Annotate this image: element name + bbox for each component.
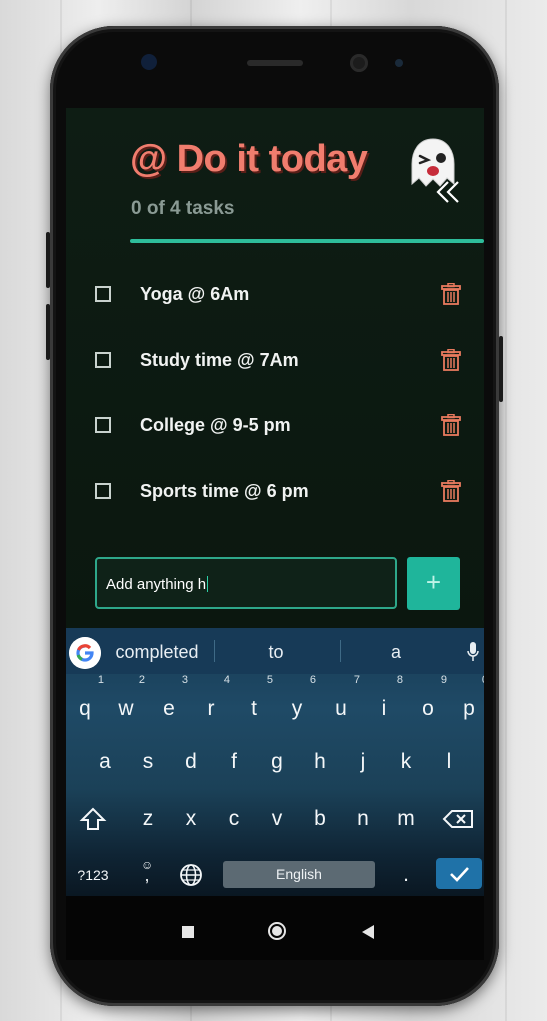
key-t[interactable]: t5 xyxy=(239,675,273,729)
space-bar[interactable]: English xyxy=(223,861,375,888)
key-a[interactable]: a xyxy=(90,742,120,782)
key-f[interactable]: f xyxy=(219,742,249,782)
task-label: Sports time @ 6 pm xyxy=(140,481,309,501)
power-button xyxy=(499,336,503,402)
key-u[interactable]: u7 xyxy=(326,675,360,729)
key-p[interactable]: p0 xyxy=(454,675,484,729)
checkmark-icon xyxy=(450,867,469,882)
suggestion-bar: completed to a xyxy=(66,628,484,674)
volume-button xyxy=(46,304,50,360)
earpiece-speaker xyxy=(247,60,303,66)
task-item[interactable]: Sports time @ 6 pm xyxy=(66,472,484,512)
key-y[interactable]: y6 xyxy=(282,675,316,729)
task-checkbox[interactable] xyxy=(95,286,111,302)
header-divider xyxy=(130,239,484,243)
key-i[interactable]: i8 xyxy=(369,675,403,729)
proximity-sensor xyxy=(395,59,403,67)
task-item[interactable]: College @ 9-5 pm xyxy=(66,406,484,446)
backspace-icon[interactable] xyxy=(442,799,476,839)
suggestion-divider xyxy=(340,640,341,662)
suggestion-item[interactable]: completed xyxy=(106,642,208,663)
home-icon-dot xyxy=(272,926,282,936)
phone-screen: @ Do it today 0 of 4 tasks Yoga @ 6Am St… xyxy=(66,108,484,960)
key-d[interactable]: d xyxy=(176,742,206,782)
suggestion-divider xyxy=(214,640,215,662)
todo-app: @ Do it today 0 of 4 tasks Yoga @ 6Am St… xyxy=(66,108,484,628)
key-j[interactable]: j xyxy=(348,742,378,782)
task-label: Yoga @ 6Am xyxy=(140,284,250,304)
key-x[interactable]: x xyxy=(176,799,206,839)
suggestion-item[interactable]: a xyxy=(356,642,436,663)
add-task-input-value: Add anything h xyxy=(106,576,207,593)
google-g-icon[interactable] xyxy=(69,637,101,669)
trash-icon[interactable] xyxy=(441,480,461,502)
back-icon[interactable] xyxy=(361,924,375,940)
key-l[interactable]: l xyxy=(434,742,464,782)
task-item[interactable]: Yoga @ 6Am xyxy=(66,275,484,315)
app-title: @ Do it today xyxy=(130,138,368,180)
add-task-button[interactable]: + xyxy=(407,557,460,610)
trash-icon[interactable] xyxy=(441,349,461,371)
key-h[interactable]: h xyxy=(305,742,335,782)
task-checkbox[interactable] xyxy=(95,483,111,499)
task-checkbox[interactable] xyxy=(95,352,111,368)
trash-icon[interactable] xyxy=(441,283,461,305)
android-nav-bar xyxy=(66,896,484,960)
task-label: Study time @ 7Am xyxy=(140,350,299,370)
volume-button xyxy=(46,232,50,288)
emoji-comma-key[interactable]: ☺ , xyxy=(134,855,160,895)
key-k[interactable]: k xyxy=(391,742,421,782)
key-o[interactable]: o9 xyxy=(413,675,447,729)
trash-icon[interactable] xyxy=(441,414,461,436)
suggestion-item[interactable]: to xyxy=(236,642,316,663)
recents-icon[interactable] xyxy=(182,926,194,938)
globe-icon[interactable] xyxy=(176,855,206,895)
key-e[interactable]: e3 xyxy=(154,675,188,729)
key-m[interactable]: m xyxy=(391,799,421,839)
iris-sensor xyxy=(141,54,157,70)
add-task-input[interactable]: Add anything h xyxy=(95,557,397,609)
shift-icon[interactable] xyxy=(78,799,108,839)
task-checkbox[interactable] xyxy=(95,417,111,433)
period-key[interactable]: . xyxy=(391,855,421,895)
enter-key[interactable] xyxy=(436,858,482,889)
home-icon[interactable] xyxy=(268,922,286,940)
symbols-key[interactable]: ?123 xyxy=(70,855,116,895)
key-w[interactable]: w2 xyxy=(111,675,145,729)
key-b[interactable]: b xyxy=(305,799,335,839)
wood-plank-line xyxy=(505,0,507,1021)
task-item[interactable]: Study time @ 7Am xyxy=(66,341,484,381)
microphone-icon[interactable] xyxy=(467,642,479,662)
key-c[interactable]: c xyxy=(219,799,249,839)
task-count: 0 of 4 tasks xyxy=(131,198,235,219)
key-s[interactable]: s xyxy=(133,742,163,782)
key-v[interactable]: v xyxy=(262,799,292,839)
double-chevron-left-icon[interactable] xyxy=(434,178,462,206)
key-r[interactable]: r4 xyxy=(196,675,231,729)
key-n[interactable]: n xyxy=(348,799,378,839)
emoji-icon: ☺ xyxy=(141,858,154,872)
task-label: College @ 9-5 pm xyxy=(140,415,291,435)
key-q[interactable]: q1 xyxy=(70,675,104,729)
front-camera xyxy=(350,54,368,72)
text-caret xyxy=(207,576,209,592)
soft-keyboard: completed to a q1 w2 e3 r4 t5 y6 u7 i8 o… xyxy=(66,628,484,896)
key-z[interactable]: z xyxy=(133,799,163,839)
key-g[interactable]: g xyxy=(262,742,292,782)
